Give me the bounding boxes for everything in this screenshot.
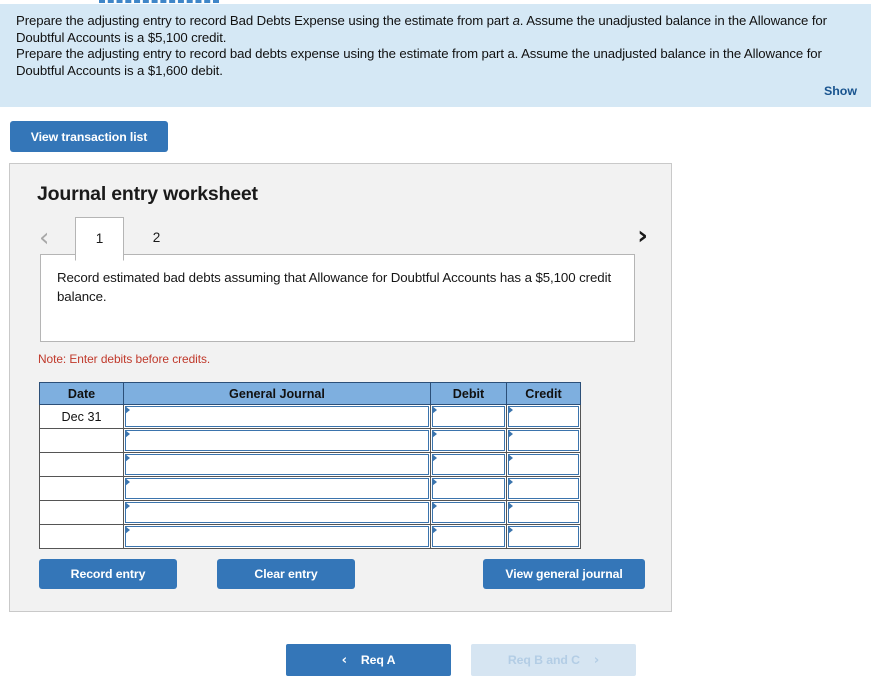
prompt-line-1-pre: Prepare the adjusting entry to record Ba… <box>16 13 513 28</box>
dropdown-marker-icon <box>125 454 130 462</box>
column-header-credit: Credit <box>506 382 581 405</box>
cell-debit[interactable] <box>430 428 507 453</box>
column-header-debit: Debit <box>430 382 507 405</box>
record-entry-button[interactable]: Record entry <box>39 559 177 589</box>
prev-requirement-label: Req A <box>360 653 396 667</box>
journal-entry-worksheet-panel: Journal entry worksheet ‹ 1 2 › Record e… <box>9 163 672 612</box>
dropdown-marker-icon <box>508 454 513 462</box>
cell-date[interactable]: Dec 31 <box>39 404 124 429</box>
debits-before-credits-note: Note: Enter debits before credits. <box>38 352 211 366</box>
chevron-right-icon: › <box>593 652 600 668</box>
prompt-line-1: Prepare the adjusting entry to record Ba… <box>16 13 857 46</box>
debit-input[interactable] <box>432 526 505 547</box>
table-row <box>39 524 581 549</box>
dropdown-marker-icon <box>432 430 437 438</box>
cell-debit[interactable] <box>430 500 507 525</box>
dropdown-marker-icon <box>125 526 130 534</box>
table-row <box>39 452 581 477</box>
next-entry-chevron-icon[interactable]: › <box>637 223 648 249</box>
general-journal-input[interactable] <box>125 430 429 451</box>
prev-entry-chevron-icon[interactable]: ‹ <box>39 225 49 251</box>
cell-debit[interactable] <box>430 404 507 429</box>
credit-input[interactable] <box>508 454 579 475</box>
cell-general-journal[interactable] <box>123 524 431 549</box>
next-requirement-button[interactable]: Req B and C › <box>471 644 636 676</box>
table-row <box>39 500 581 525</box>
general-journal-input[interactable] <box>125 454 429 475</box>
dropdown-marker-icon <box>125 406 130 414</box>
cell-general-journal[interactable] <box>123 452 431 477</box>
dropdown-marker-icon <box>432 454 437 462</box>
dropdown-marker-icon <box>125 430 130 438</box>
cell-debit[interactable] <box>430 476 507 501</box>
tab-entry-1[interactable]: 1 <box>75 217 124 261</box>
dropdown-marker-icon <box>508 406 513 414</box>
cell-date[interactable] <box>39 500 124 525</box>
dropdown-marker-icon <box>432 406 437 414</box>
next-requirement-label: Req B and C <box>507 653 580 667</box>
debit-input[interactable] <box>432 478 505 499</box>
credit-input[interactable] <box>508 478 579 499</box>
view-transaction-list-button[interactable]: View transaction list <box>10 121 168 152</box>
entry-prompt-text: Record estimated bad debts assuming that… <box>57 270 612 304</box>
cell-credit[interactable] <box>506 524 581 549</box>
cell-credit[interactable] <box>506 500 581 525</box>
cell-credit[interactable] <box>506 476 581 501</box>
debit-input[interactable] <box>432 430 505 451</box>
entry-prompt-box: Record estimated bad debts assuming that… <box>40 254 635 342</box>
general-journal-input[interactable] <box>125 526 429 547</box>
credit-input[interactable] <box>508 430 579 451</box>
general-journal-input[interactable] <box>125 502 429 523</box>
dropdown-marker-icon <box>125 478 130 486</box>
page-title: Journal entry worksheet <box>37 183 258 205</box>
dropdown-marker-icon <box>508 502 513 510</box>
credit-input[interactable] <box>508 526 579 547</box>
cell-general-journal[interactable] <box>123 404 431 429</box>
credit-input[interactable] <box>508 406 579 427</box>
dropdown-marker-icon <box>508 478 513 486</box>
cell-general-journal[interactable] <box>123 500 431 525</box>
cell-date[interactable] <box>39 452 124 477</box>
column-header-date: Date <box>39 382 124 405</box>
view-general-journal-button[interactable]: View general journal <box>483 559 645 589</box>
prompt-line-1-emphasis: a <box>512 13 520 28</box>
journal-entry-table: Date General Journal Debit Credit Dec 31 <box>39 382 581 549</box>
general-journal-input[interactable] <box>125 478 429 499</box>
cell-date[interactable] <box>39 428 124 453</box>
cell-credit[interactable] <box>506 404 581 429</box>
cell-general-journal[interactable] <box>123 476 431 501</box>
prompt-line-2: Prepare the adjusting entry to record ba… <box>16 46 822 78</box>
column-header-general-journal: General Journal <box>123 382 431 405</box>
cell-date[interactable] <box>39 476 124 501</box>
dropdown-marker-icon <box>125 502 130 510</box>
dropdown-marker-icon <box>432 502 437 510</box>
journal-table-body: Dec 31 <box>39 404 581 549</box>
clear-entry-button[interactable]: Clear entry <box>217 559 355 589</box>
cell-debit[interactable] <box>430 452 507 477</box>
dropdown-marker-icon <box>432 526 437 534</box>
show-link[interactable]: Show <box>824 84 857 98</box>
dropdown-marker-icon <box>432 478 437 486</box>
prev-requirement-button[interactable]: ‹ Req A <box>286 644 451 676</box>
table-row <box>39 476 581 501</box>
debit-input[interactable] <box>432 502 505 523</box>
table-row: Dec 31 <box>39 404 581 429</box>
dropdown-marker-icon <box>508 526 513 534</box>
cell-date[interactable] <box>39 524 124 549</box>
cell-debit[interactable] <box>430 524 507 549</box>
debit-input[interactable] <box>432 406 505 427</box>
table-header-row: Date General Journal Debit Credit <box>39 382 581 405</box>
credit-input[interactable] <box>508 502 579 523</box>
dropdown-marker-icon <box>508 430 513 438</box>
prompt-banner: Prepare the adjusting entry to record Ba… <box>0 4 871 107</box>
cell-credit[interactable] <box>506 428 581 453</box>
chevron-left-icon: ‹ <box>341 652 347 668</box>
cell-credit[interactable] <box>506 452 581 477</box>
table-row <box>39 428 581 453</box>
cell-general-journal[interactable] <box>123 428 431 453</box>
debit-input[interactable] <box>432 454 505 475</box>
general-journal-input[interactable] <box>125 406 429 427</box>
